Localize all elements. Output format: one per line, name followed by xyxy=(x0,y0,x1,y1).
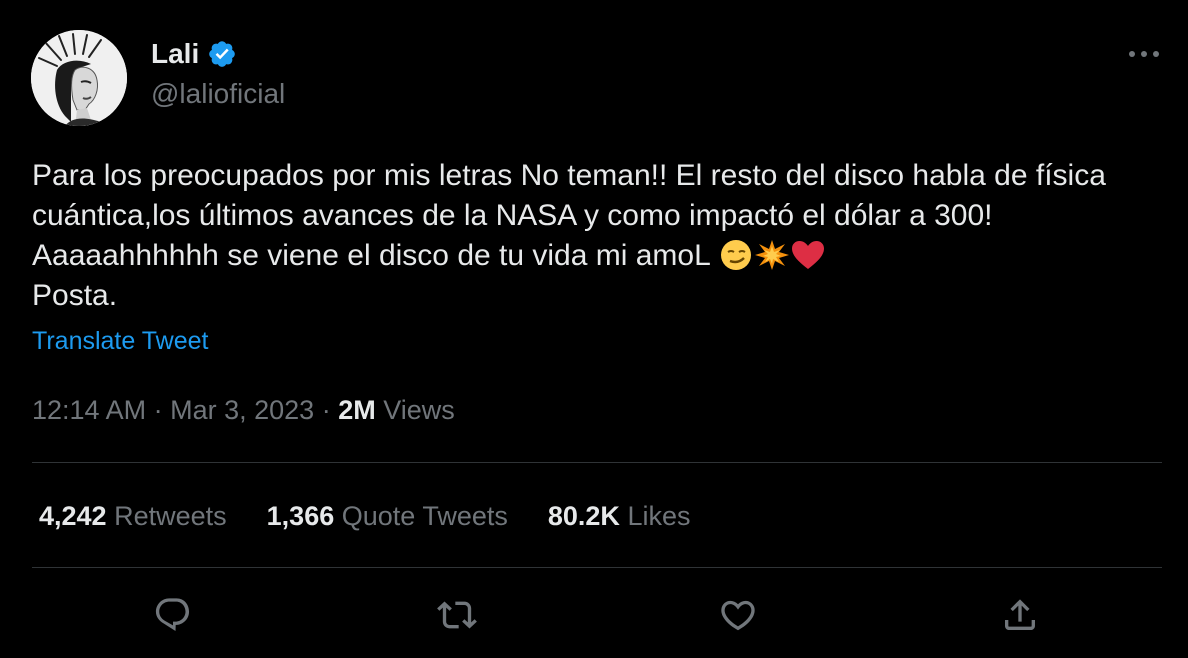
avatar[interactable] xyxy=(31,30,127,126)
tweet-date[interactable]: Mar 3, 2023 xyxy=(170,395,314,425)
red-heart-emoji-icon xyxy=(792,241,825,269)
woman-crown-portrait-icon xyxy=(31,30,127,126)
views-label: Views xyxy=(383,395,455,425)
more-dots-icon xyxy=(1129,51,1159,57)
translate-tweet-link[interactable]: Translate Tweet xyxy=(32,326,208,356)
reply-button[interactable] xyxy=(151,593,195,637)
like-icon xyxy=(721,600,755,631)
meta-separator: · xyxy=(321,395,331,425)
tweet-text-main: Para los preocupados por mis letras No t… xyxy=(32,159,1106,272)
verified-badge-icon[interactable] xyxy=(207,39,237,69)
tweet-metadata: 12:14 AM · Mar 3, 2023 · 2M Views xyxy=(32,394,455,426)
retweets-count: 4,242 xyxy=(39,501,107,531)
engagement-stats: 4,242 Retweets 1,366 Quote Tweets 80.2K … xyxy=(39,500,690,532)
likes-count: 80.2K xyxy=(547,501,620,531)
more-options-button[interactable] xyxy=(1124,40,1164,68)
retweets-stat[interactable]: 4,242 Retweets xyxy=(39,500,227,532)
quote-tweets-count: 1,366 xyxy=(266,501,335,531)
views-count: 2M xyxy=(338,395,376,425)
divider xyxy=(32,462,1162,463)
tweet-time[interactable]: 12:14 AM xyxy=(32,395,146,425)
tweet-text-end: Posta. xyxy=(32,279,118,312)
smirking-face-emoji-icon xyxy=(721,240,752,270)
retweets-label: Retweets xyxy=(114,501,227,531)
author-display-name[interactable]: Lali xyxy=(151,38,199,70)
author-name-row: Lali xyxy=(151,38,237,70)
quote-tweets-stat[interactable]: 1,366 Quote Tweets xyxy=(267,500,508,532)
tweet-text: Para los preocupados por mis letras No t… xyxy=(32,156,1162,316)
meta-separator: · xyxy=(153,395,163,425)
divider xyxy=(32,567,1162,568)
share-icon xyxy=(1005,599,1035,630)
retweet-icon xyxy=(437,601,477,629)
retweet-button[interactable] xyxy=(435,593,479,637)
likes-label: Likes xyxy=(627,501,691,531)
collision-emoji-icon xyxy=(755,240,790,270)
quote-tweets-label: Quote Tweets xyxy=(341,501,508,531)
share-button[interactable] xyxy=(998,593,1042,637)
author-handle[interactable]: @lalioficial xyxy=(151,78,285,110)
likes-stat[interactable]: 80.2K Likes xyxy=(548,500,691,532)
like-button[interactable] xyxy=(716,593,760,637)
reply-icon xyxy=(155,598,190,632)
tweet-card: Lali @lalioficial Para los preocupados p… xyxy=(0,0,1188,658)
